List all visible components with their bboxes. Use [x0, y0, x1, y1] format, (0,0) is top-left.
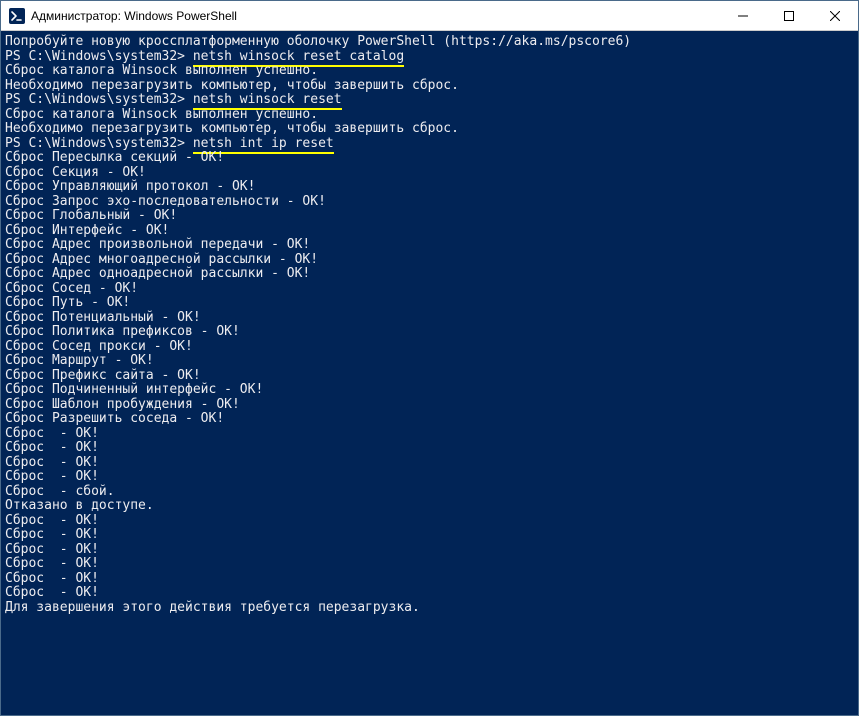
terminal-line: Отказано в доступе. — [5, 499, 854, 514]
terminal-line: Сброс Глобальный - OK! — [5, 209, 854, 224]
terminal-body[interactable]: Попробуйте новую кроссплатформенную обол… — [1, 31, 858, 715]
terminal-line: Сброс Управляющий протокол - OK! — [5, 180, 854, 195]
terminal-line: Сброс Путь - OK! — [5, 296, 854, 311]
terminal-line: Сброс Потенциальный - OK! — [5, 311, 854, 326]
terminal-line: Сброс - OK! — [5, 427, 854, 442]
close-button[interactable] — [812, 1, 858, 31]
terminal-line: Сброс - OK! — [5, 528, 854, 543]
terminal-line: Сброс - OK! — [5, 470, 854, 485]
terminal-line: Сброс Шаблон пробуждения - OK! — [5, 398, 854, 413]
terminal-line: Сброс Сосед - OK! — [5, 282, 854, 297]
terminal-line: PS C:\Windows\system32> netsh int ip res… — [5, 137, 854, 152]
terminal-line: Сброс Разрешить соседа - OK! — [5, 412, 854, 427]
terminal-line: Сброс Подчиненный интерфейс - OK! — [5, 383, 854, 398]
terminal-line: Сброс Интерфейс - OK! — [5, 224, 854, 239]
terminal-line: Необходимо перезагрузить компьютер, чтоб… — [5, 122, 854, 137]
terminal-line: Сброс - OK! — [5, 586, 854, 601]
terminal-line: Сброс Маршрут - OK! — [5, 354, 854, 369]
terminal-line: Сброс - OK! — [5, 557, 854, 572]
terminal-line: Сброс - OK! — [5, 514, 854, 529]
terminal-line: Сброс Политика префиксов - OK! — [5, 325, 854, 340]
minimize-button[interactable] — [720, 1, 766, 31]
window-title: Администратор: Windows PowerShell — [31, 9, 237, 23]
terminal-line: Сброс - OK! — [5, 456, 854, 471]
terminal-line: Сброс Запрос эхо-последовательности - OK… — [5, 195, 854, 210]
maximize-button[interactable] — [766, 1, 812, 31]
terminal-line: Сброс - OK! — [5, 441, 854, 456]
terminal-line: Сброс - OK! — [5, 543, 854, 558]
terminal-line: Сброс Адрес многоадресной рассылки - OK! — [5, 253, 854, 268]
terminal-line: PS C:\Windows\system32> netsh winsock re… — [5, 50, 854, 65]
terminal-line: PS C:\Windows\system32> netsh winsock re… — [5, 93, 854, 108]
titlebar[interactable]: Администратор: Windows PowerShell — [1, 1, 858, 31]
terminal-line: Сброс каталога Winsock выполнен успешно. — [5, 64, 854, 79]
terminal-line: Сброс Пересылка секций - OK! — [5, 151, 854, 166]
powershell-icon — [9, 8, 25, 24]
terminal-line: Необходимо перезагрузить компьютер, чтоб… — [5, 79, 854, 94]
powershell-window: Администратор: Windows PowerShell Попроб… — [0, 0, 859, 716]
terminal-line: Сброс Сосед прокси - OK! — [5, 340, 854, 355]
terminal-line: Попробуйте новую кроссплатформенную обол… — [5, 35, 854, 50]
terminal-line: Сброс - сбой. — [5, 485, 854, 500]
terminal-line: Сброс Адрес произвольной передачи - OK! — [5, 238, 854, 253]
terminal-line: Сброс Префикс сайта - OK! — [5, 369, 854, 384]
terminal-line: Для завершения этого действия требуется … — [5, 601, 854, 616]
terminal-line: Сброс - OK! — [5, 572, 854, 587]
terminal-line: Сброс Адрес одноадресной рассылки - OK! — [5, 267, 854, 282]
terminal-line: Сброс Секция - OK! — [5, 166, 854, 181]
terminal-line: Сброс каталога Winsock выполнен успешно. — [5, 108, 854, 123]
